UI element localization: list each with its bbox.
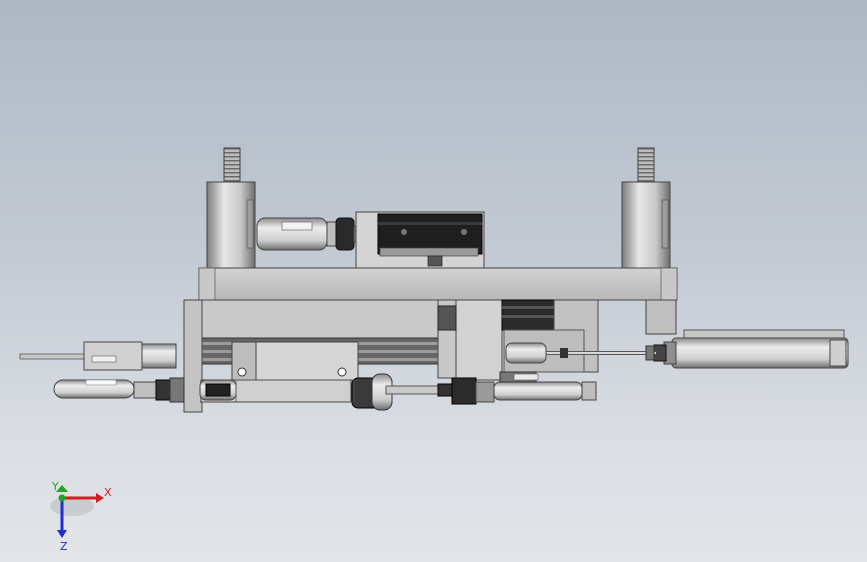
left-lower-cylinder[interactable] <box>53 377 237 403</box>
axis-triad-icon: X Y Z <box>50 480 112 553</box>
x-axis-label: X <box>104 486 112 499</box>
z-axis-label: Z <box>60 540 68 552</box>
lower-center-cylinder[interactable] <box>351 373 495 411</box>
center-bracket[interactable] <box>437 299 599 381</box>
right-guide-post[interactable] <box>621 147 671 269</box>
cad-viewport[interactable]: X Y Z <box>0 0 867 562</box>
top-cylinder[interactable] <box>256 217 363 251</box>
right-end-block[interactable] <box>645 299 845 339</box>
cad-assembly-model[interactable] <box>0 0 867 562</box>
coordinate-triad: X Y Z <box>46 480 126 553</box>
left-indicator-rod[interactable] <box>19 341 177 371</box>
left-guide-post[interactable] <box>206 147 256 269</box>
y-axis-label: Y <box>51 482 59 493</box>
top-plate[interactable] <box>198 267 678 301</box>
lower-right-cylinder[interactable] <box>493 371 597 401</box>
top-slide-table[interactable] <box>355 211 485 269</box>
